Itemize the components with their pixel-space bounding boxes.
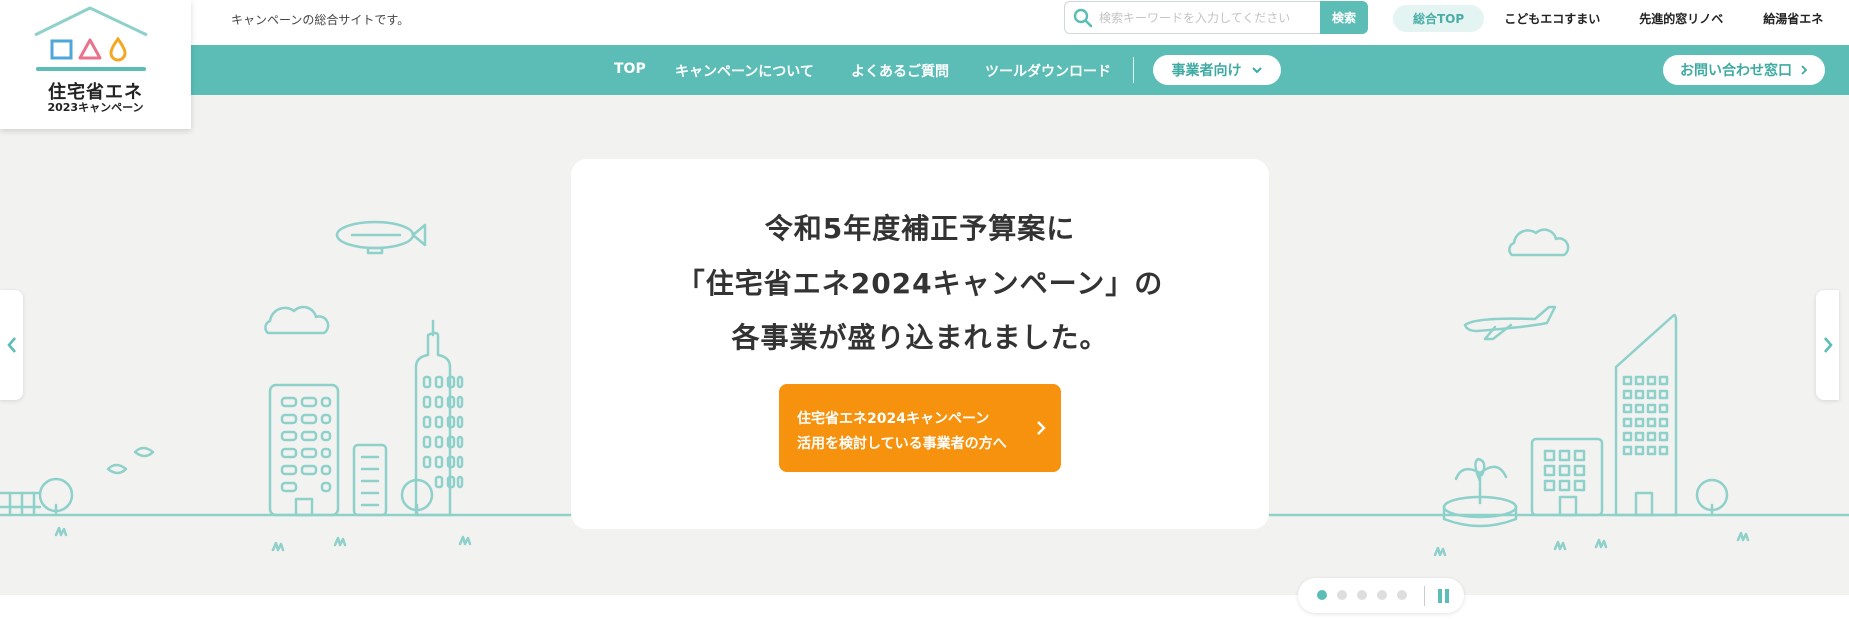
site-link-top[interactable]: 総合TOP (1393, 5, 1485, 32)
chevron-down-icon (1251, 67, 1262, 74)
top-utility-bar: キャンペーンの総合サイトです。 検索 総合TOP こどもエコすまい 先進的窓リノ… (0, 0, 1849, 45)
chevron-right-icon (1801, 65, 1808, 75)
slide-dot-2[interactable] (1337, 590, 1347, 600)
nav-item-tool-download[interactable]: ツールダウンロード (985, 61, 1111, 81)
site-link-window-reno[interactable]: 先進的窓リノベ (1639, 5, 1723, 32)
chevron-right-icon (1037, 421, 1046, 435)
chevron-left-icon (6, 337, 16, 353)
hero-slider: 令和5年度補正予算案に 「住宅省エネ2024キャンペーン」の 各事業が盛り込まれ… (0, 95, 1849, 595)
nav-item-about[interactable]: キャンペーンについて (675, 61, 814, 81)
house-logo-icon (34, 6, 148, 71)
slider-pagination (1298, 578, 1464, 613)
campaign-cta-button[interactable]: 住宅省エネ2024キャンペーン 活用を検討している事業者の方へ (779, 384, 1061, 472)
pager-divider (1424, 586, 1425, 606)
logo-subtitle: 2023キャンペーン (47, 101, 144, 114)
cta-line-2: 活用を検討している事業者の方へ (797, 436, 1007, 452)
slider-prev-button[interactable] (0, 290, 23, 400)
pause-icon[interactable] (1436, 588, 1452, 604)
nav-item-top[interactable]: TOP (614, 61, 646, 77)
announcement-card: 令和5年度補正予算案に 「住宅省エネ2024キャンペーン」の 各事業が盛り込まれ… (571, 159, 1269, 529)
headline-line-3: 各事業が盛り込まれました。 (731, 321, 1109, 354)
slide-dot-3[interactable] (1357, 590, 1367, 600)
search-button[interactable]: 検索 (1320, 1, 1368, 34)
business-dropdown-button[interactable]: 事業者向け (1153, 55, 1281, 85)
slide-dot-4[interactable] (1377, 590, 1387, 600)
headline-line-1: 令和5年度補正予算案に (764, 212, 1076, 245)
cta-line-1: 住宅省エネ2024キャンペーン (797, 411, 990, 427)
slider-next-button[interactable] (1816, 290, 1839, 400)
contact-button[interactable]: お問い合わせ窓口 (1663, 55, 1825, 85)
site-link-water-heater[interactable]: 給湯省エネ (1763, 5, 1823, 32)
contact-label: お問い合わせ窓口 (1680, 63, 1792, 79)
main-nav: TOP キャンペーンについて よくあるご質問 ツールダウンロード 事業者向け お… (0, 45, 1849, 95)
site-links: 総合TOP こどもエコすまい 先進的窓リノベ 給湯省エネ (1393, 5, 1823, 32)
site-logo[interactable]: 住宅省エネ 2023キャンペーン (0, 0, 191, 129)
chevron-right-icon (1823, 337, 1833, 353)
slide-dot-1[interactable] (1317, 590, 1327, 600)
site-link-kodomo-eco[interactable]: こどもエコすまい (1504, 5, 1600, 32)
search-icon (1073, 8, 1093, 28)
nav-divider (1133, 57, 1134, 83)
slide-dot-5[interactable] (1397, 590, 1407, 600)
business-dropdown-label: 事業者向け (1171, 63, 1242, 79)
site-tagline: キャンペーンの総合サイトです。 (231, 13, 410, 27)
headline-line-2: 「住宅省エネ2024キャンペーン」の (676, 267, 1164, 300)
nav-item-faq[interactable]: よくあるご質問 (851, 61, 949, 81)
